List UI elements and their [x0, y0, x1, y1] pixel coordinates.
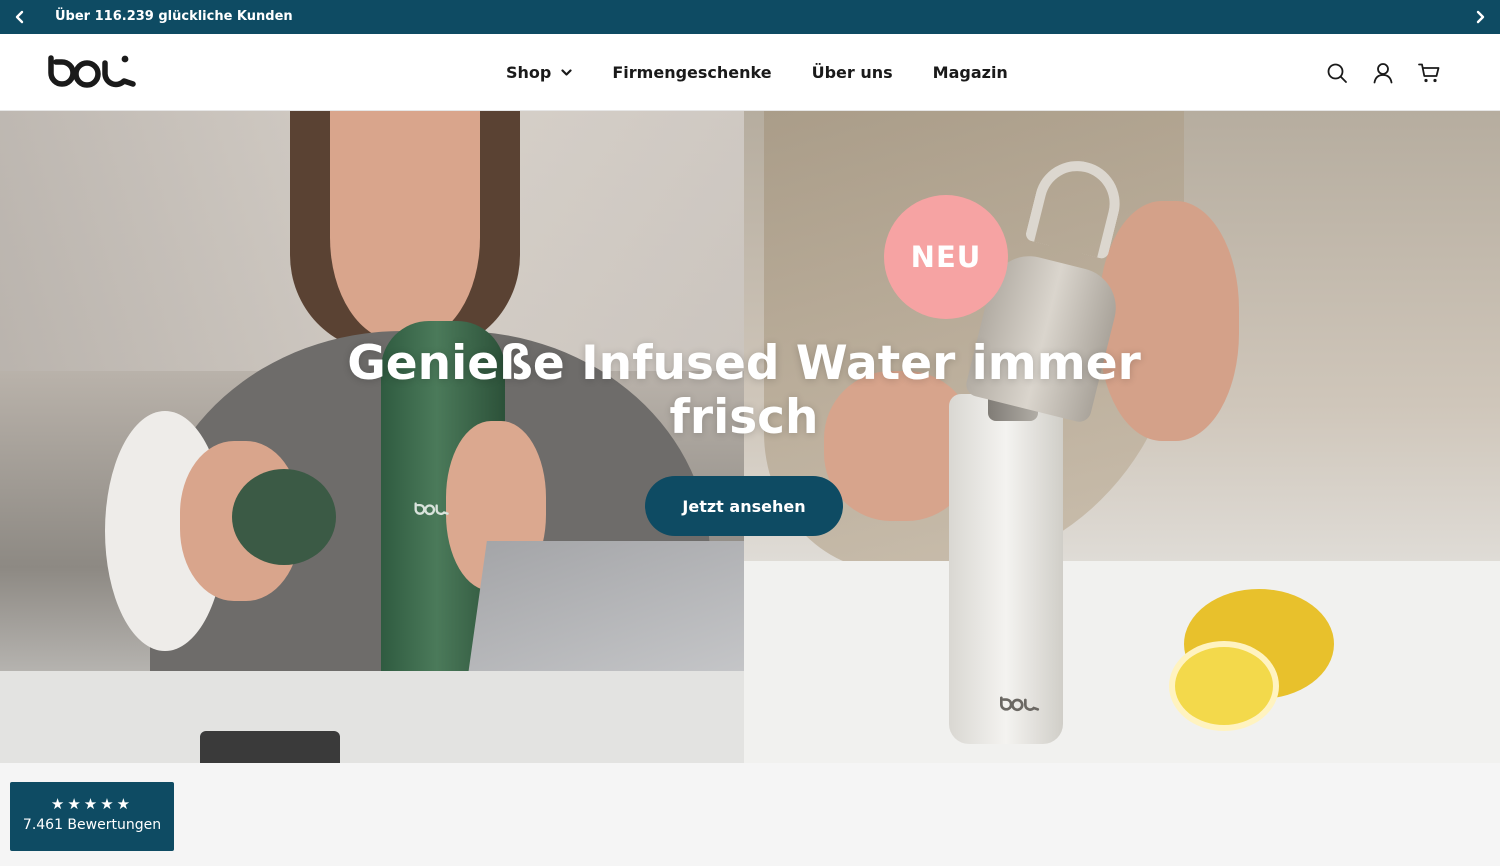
site-header: Shop Firmengeschenke Über uns Magazin: [0, 34, 1500, 111]
announcement-next-button[interactable]: [1460, 0, 1500, 34]
reviews-widget[interactable]: ★★★★★ 7.461 Bewertungen: [10, 782, 174, 851]
reviews-count: 7.461 Bewertungen: [22, 817, 162, 833]
announcement-bar: Über 116.239 glückliche Kunden: [0, 0, 1500, 34]
account-button[interactable]: [1372, 62, 1394, 84]
hero-headline: Genieße Infused Water immer frisch: [347, 336, 1141, 445]
main-nav: Shop Firmengeschenke Über uns Magazin: [506, 34, 1008, 111]
chevron-left-icon: [15, 10, 24, 24]
logo[interactable]: [47, 54, 139, 90]
bottle-logo-left: [414, 502, 449, 516]
hero-cta-button[interactable]: Jetzt ansehen: [645, 476, 843, 536]
nav-ueber-uns[interactable]: Über uns: [812, 63, 893, 82]
nav-shop-label: Shop: [506, 63, 552, 82]
cart-button[interactable]: [1418, 62, 1440, 84]
account-icon: [1373, 62, 1393, 83]
nav-firmengeschenke[interactable]: Firmengeschenke: [612, 63, 771, 82]
announcement-text: Über 116.239 glückliche Kunden: [55, 9, 293, 24]
header-tools: [1326, 34, 1440, 111]
rating-stars: ★★★★★: [50, 795, 134, 813]
doli-logo: [48, 55, 136, 88]
nav-shop[interactable]: Shop: [506, 63, 572, 82]
search-button[interactable]: [1326, 62, 1348, 84]
new-badge: NEU: [884, 195, 1008, 319]
cart-icon: [1418, 63, 1440, 82]
announcement-prev-button[interactable]: [0, 0, 40, 34]
chevron-down-icon: [561, 68, 572, 76]
bottle-logo-right: [1000, 696, 1040, 712]
nav-magazin[interactable]: Magazin: [933, 63, 1008, 82]
chevron-right-icon: [1476, 10, 1485, 24]
search-icon: [1327, 63, 1347, 83]
